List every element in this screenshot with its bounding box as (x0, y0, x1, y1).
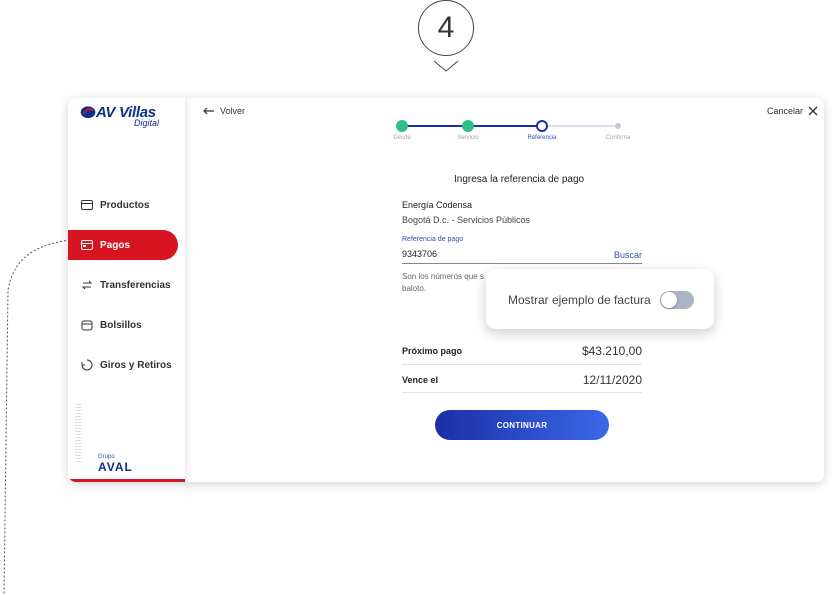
back-label: Volver (220, 106, 246, 116)
cancel-button[interactable]: Cancelar (767, 106, 818, 116)
card-icon (80, 198, 94, 212)
pocket-icon (80, 318, 94, 332)
step-number-badge: 4 (418, 0, 474, 56)
sidebar-item-label: Bolsillos (100, 319, 142, 331)
step-referencia-current-icon (536, 120, 548, 132)
chevron-down-icon (433, 60, 459, 72)
step-desde-check-icon (396, 120, 408, 132)
aval-logo: AVAL (98, 460, 133, 474)
toggle-knob (661, 292, 677, 308)
sidebar-item-giros-retiros[interactable]: Giros y Retiros (68, 350, 178, 380)
due-date-value: 12/11/2020 (582, 373, 642, 387)
next-payment-label: Próximo pago (402, 346, 463, 356)
search-button[interactable]: Buscar (614, 250, 642, 260)
sidebar-item-label: Giros y Retiros (100, 359, 172, 371)
divider (402, 364, 642, 365)
sidebar: AV Villas Digital Productos Pagos Transf… (68, 98, 186, 482)
cancel-label: Cancelar (766, 106, 803, 116)
reference-input-underline (402, 263, 642, 264)
transfer-icon (80, 278, 94, 292)
step-confirma-pending-icon (615, 123, 621, 129)
progress-stepper: Desde Servicio Referencia Confirma (388, 118, 630, 148)
arrow-left-icon (203, 107, 214, 115)
payment-icon (80, 238, 94, 252)
withdraw-icon (80, 358, 94, 372)
company-subtitle: Bogotá D.c. - Servicios Públicos (402, 215, 531, 225)
due-date-label: Vence el (402, 375, 439, 385)
back-button[interactable]: Volver (203, 106, 245, 116)
page-title: Ingresa la referencia de pago (454, 174, 585, 185)
step-label-confirma: Confirma (605, 135, 631, 141)
step-label-desde: Desde (393, 135, 411, 141)
reference-field-label: Referencia de pago (402, 236, 464, 243)
next-payment-value: $43.210,00 (581, 344, 642, 358)
company-name: Energía Codensa (402, 200, 473, 210)
step-label-servicio: Servicio (457, 135, 479, 141)
sidebar-item-bolsillos[interactable]: Bolsillos (68, 310, 178, 340)
step-servicio-check-icon (462, 120, 474, 132)
sidebar-item-label: Transferencias (100, 279, 171, 291)
sidebar-item-productos[interactable]: Productos (68, 190, 178, 220)
invoice-example-label: Mostrar ejemplo de factura (508, 293, 651, 307)
brand-subtitle: Digital (134, 118, 160, 128)
divider (402, 392, 642, 393)
sidebar-item-pagos[interactable]: Pagos (68, 230, 178, 260)
stepper-line-pending (548, 125, 618, 127)
invoice-example-toggle[interactable] (660, 291, 694, 309)
sidebar-item-label: Productos (100, 199, 150, 211)
sidebar-item-label: Pagos (100, 239, 131, 251)
step-label-referencia: Referencia (527, 135, 557, 141)
sidebar-item-transferencias[interactable]: Transferencias (68, 270, 178, 300)
legal-fine-print (75, 404, 81, 464)
continue-button[interactable]: CONTINUAR (435, 410, 609, 440)
app-window: AV Villas Digital Productos Pagos Transf… (68, 98, 824, 482)
sidebar-accent-bar (68, 479, 185, 482)
reference-input[interactable]: 9343706 (402, 249, 437, 259)
close-icon (808, 106, 818, 116)
invoice-example-popover: Mostrar ejemplo de factura (486, 269, 714, 329)
